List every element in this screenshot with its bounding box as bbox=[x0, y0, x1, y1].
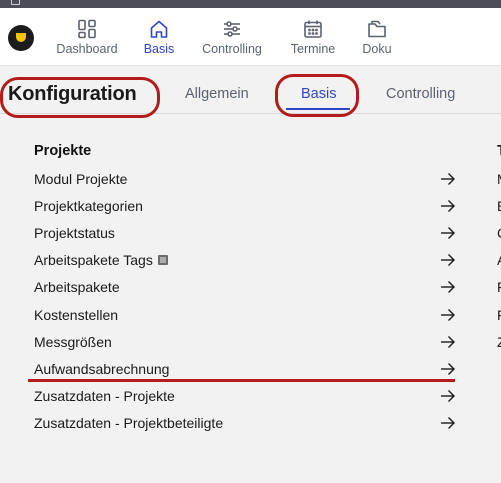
list-item-kostenstellen[interactable]: Kostenstellen bbox=[34, 304, 456, 330]
home-icon bbox=[150, 20, 168, 38]
list-item-label-with-icon: Arbeitspakete Tags bbox=[34, 252, 168, 268]
list-icon bbox=[157, 255, 168, 266]
nav-item-label: Basis bbox=[143, 42, 175, 56]
list-item-label: Messgrößen bbox=[34, 334, 112, 350]
calendar-icon bbox=[304, 20, 322, 38]
second-column-head: T bbox=[497, 143, 501, 159]
arrow-right-icon bbox=[441, 417, 455, 429]
app-logo[interactable] bbox=[8, 25, 34, 51]
tab-allgemein[interactable]: Allgemein bbox=[185, 86, 249, 102]
arrow-right-icon bbox=[441, 336, 455, 348]
nav-item-label: Dashboard bbox=[56, 42, 118, 56]
list-item-arbeitspakete-tags[interactable]: Arbeitspakete Tags bbox=[34, 249, 456, 275]
list-item-label: Arbeitspakete Tags bbox=[34, 252, 153, 268]
dashboard-icon bbox=[78, 19, 96, 39]
second-column-item[interactable]: Z bbox=[497, 334, 501, 350]
nav-item-label: Controlling bbox=[202, 42, 262, 56]
second-column-item[interactable]: E bbox=[497, 198, 501, 214]
arrow-right-icon bbox=[441, 363, 455, 375]
arrow-right-icon bbox=[441, 309, 455, 321]
arrow-right-icon bbox=[441, 254, 455, 266]
second-column-item[interactable]: F bbox=[497, 307, 501, 323]
arrow-right-icon bbox=[441, 390, 455, 402]
list-item-messgroessen[interactable]: Messgrößen bbox=[34, 331, 456, 357]
list-item-modul-projekte[interactable]: Modul Projekte bbox=[34, 168, 456, 194]
list-item-zusatzdaten-projekte[interactable]: Zusatzdaten - Projekte bbox=[34, 385, 456, 411]
list-item-arbeitspakete[interactable]: Arbeitspakete bbox=[34, 276, 456, 302]
nav-item-dashboard[interactable]: Dashboard bbox=[55, 18, 119, 58]
arrow-right-icon bbox=[441, 173, 455, 185]
nav-item-doku[interactable]: Doku bbox=[360, 18, 394, 58]
annotation-underline bbox=[28, 379, 455, 382]
list-item-label: Kostenstellen bbox=[34, 307, 119, 323]
list-item-label: Projektstatus bbox=[34, 225, 115, 241]
second-column-item[interactable]: F bbox=[497, 279, 501, 295]
list-item-label: Modul Projekte bbox=[34, 171, 128, 187]
annotation-ellipse-tab bbox=[275, 74, 359, 117]
top-navigation: Dashboard Basis Controlling Termine Doku bbox=[0, 8, 501, 66]
main-content: Projekte Modul Projekte Projektkategorie… bbox=[0, 115, 501, 483]
nav-item-label: Termine bbox=[290, 42, 336, 56]
list-item-label: Zusatzdaten - Projektbeteiligte bbox=[34, 415, 224, 431]
second-column-item[interactable]: M bbox=[497, 171, 501, 187]
arrow-right-icon bbox=[441, 227, 455, 239]
annotation-ellipse-title bbox=[0, 77, 160, 118]
list-item-label: Zusatzdaten - Projekte bbox=[34, 388, 175, 404]
nav-item-label: Doku bbox=[362, 42, 392, 56]
list-item-label: Aufwandsabrechnung bbox=[34, 361, 170, 377]
second-column-item[interactable]: C bbox=[497, 225, 501, 241]
arrow-right-icon bbox=[441, 281, 455, 293]
list-item-label: Arbeitspakete bbox=[34, 279, 120, 295]
nav-item-termine[interactable]: Termine bbox=[287, 18, 339, 58]
nav-item-basis[interactable]: Basis bbox=[140, 18, 178, 58]
tab-controlling[interactable]: Controlling bbox=[386, 86, 455, 102]
window-titlebar bbox=[0, 0, 501, 8]
nav-item-controlling[interactable]: Controlling bbox=[199, 18, 265, 58]
list-item-label: Projektkategorien bbox=[34, 198, 143, 214]
folder-icon bbox=[368, 20, 386, 38]
list-item-projektkategorien[interactable]: Projektkategorien bbox=[34, 195, 456, 221]
list-item-zusatzdaten-projektbeteiligte[interactable]: Zusatzdaten - Projektbeteiligte bbox=[34, 412, 456, 438]
window-icon bbox=[11, 0, 20, 5]
list-item-projektstatus[interactable]: Projektstatus bbox=[34, 222, 456, 248]
arrow-right-icon bbox=[441, 200, 455, 212]
section-title: Projekte bbox=[34, 143, 92, 159]
second-column-item[interactable]: A bbox=[497, 252, 501, 268]
sliders-icon bbox=[224, 21, 240, 37]
